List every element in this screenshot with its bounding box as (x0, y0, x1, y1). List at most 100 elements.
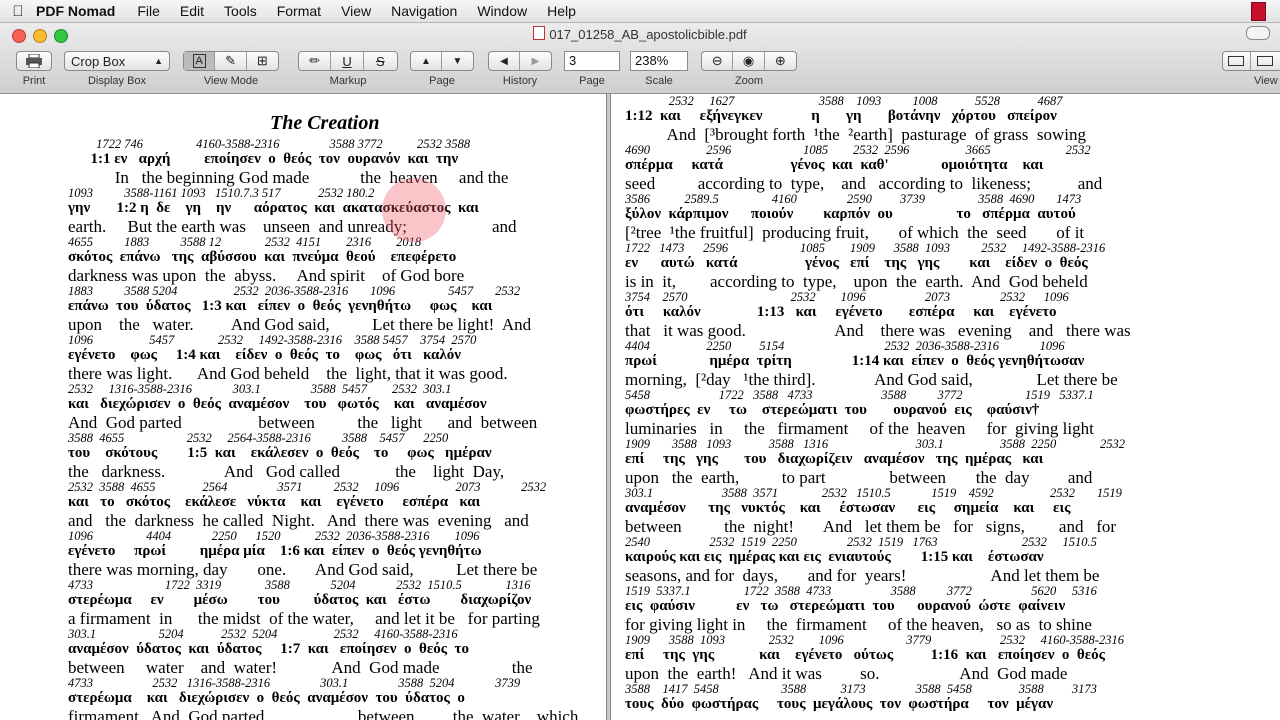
greek-text: εις φαύσιν εν τω στερεώματι του ουρανού … (625, 598, 1066, 614)
english-text: upon the earth! And it was so. And God m… (625, 664, 1068, 683)
interlinear-line: 3588 1417 5458 3588 3173 3588 5458 3588 … (625, 683, 1131, 720)
highlight-button[interactable]: ✏ (299, 52, 332, 70)
interlinear-block-right: 2532 1627 3588 1093 1008 5528 4687 1:12 κ… (625, 95, 1131, 720)
next-page-button[interactable]: ▼ (442, 52, 473, 70)
status-menu-icon[interactable] (1251, 2, 1266, 21)
interlinear-line: 1909 3588 1093 2532 1096 3779 2532 4160-… (625, 634, 1131, 684)
forward-button[interactable]: ▶ (520, 52, 551, 70)
greek-text: 1:1 εν αρχή εποίησεν ο θεός τον ουρανόν … (68, 151, 459, 167)
strikethrough-button[interactable]: S (364, 52, 397, 70)
interlinear-line: 1519 5337.1 1722 3588 4733 3588 3772 562… (625, 585, 1131, 635)
interlinear-line: 4404 2250 5154 2532 2036-3588-2316 1096 π… (625, 340, 1131, 390)
greek-text: τους δύο φωστήρας τους μεγάλους τον φωστ… (625, 696, 1054, 712)
single-page-view-button[interactable] (1223, 52, 1251, 70)
toolbar-toggle-button[interactable] (1246, 26, 1270, 40)
interlinear-line: 1722 1473 2596 1085 1909 3588 1093 2532 … (625, 241, 1131, 292)
print-button[interactable] (16, 51, 52, 71)
english-text: between water and water! And God made th… (68, 658, 533, 677)
greek-text: καιρούς και εις ημέρας και εις ενιαυτούς… (625, 549, 1044, 565)
strongs-numbers: 2532 1316-3588-2316 303.1 3588 5457 2532… (68, 382, 452, 396)
markup-label: Markup (329, 75, 367, 87)
strongs-numbers: 3586 2589.5 4160 2590 3739 3588 4690 147… (625, 192, 1082, 206)
view-control (1222, 51, 1280, 71)
greek-text: σκότος επάνω της αβύσσου και πνεύμα θεού… (68, 249, 457, 265)
greek-text: του σκότους 1:5 και εκάλεσεν ο θεός το φ… (68, 445, 492, 461)
interlinear-line: 2532 1316-3588-2316 303.1 3588 5457 2532… (68, 382, 578, 433)
english-text: a firmament in the midst of the water, a… (68, 609, 540, 628)
english-text: firmament. And God parted between the wa… (68, 707, 579, 720)
english-text: seasons, and for days, and for years! An… (625, 566, 1100, 585)
english-text: darkness was upon the abyss. And spirit … (68, 266, 465, 285)
menu-window[interactable]: Window (477, 3, 527, 19)
english-text: upon the water. And God said, Let there … (68, 315, 532, 334)
markup-control: ✏ U S (298, 51, 398, 71)
single-page-icon (1228, 56, 1245, 66)
english-text: between the night! And let them be for s… (625, 517, 1117, 536)
previous-page-button[interactable]: ▲ (411, 52, 443, 70)
page-number-field[interactable]: 3 (564, 51, 620, 71)
highlighter-icon: ✏ (309, 53, 321, 68)
strikethrough-icon: S (376, 53, 385, 69)
pdf-page-left[interactable]: The Creation 1722 746 4160-3588-2316 358… (0, 94, 606, 720)
greek-text: σπέρμα κατά γένος και καθ' ομοιότητα και (625, 157, 1044, 173)
greek-text: γην 1:2 η δε γη ην αόρατος και ακατασκεύ… (68, 200, 479, 216)
english-text: earth. But the earth was unseen and unre… (68, 217, 517, 236)
strongs-numbers: 4655 1883 3588 12 2532 4151 2316 2018 (68, 235, 422, 249)
window-toolbar: 017_01258_AB_apostolicbible.pdf Print Cr… (0, 23, 1280, 94)
english-text: upon the earth, to part between the day … (625, 468, 1093, 487)
mouse-cursor-highlight (382, 178, 446, 242)
strongs-numbers: 1093 3588-1161 1093 1510.7.3 517 2532 18… (68, 186, 375, 200)
pdf-page-right[interactable]: 2532 1627 3588 1093 1008 5528 4687 1:12 κ… (611, 94, 1280, 720)
strongs-numbers: 1909 3588 1093 3588 1316 303.1 3588 2250… (625, 437, 1125, 451)
english-text (625, 713, 1131, 720)
strongs-numbers: 2532 1627 3588 1093 1008 5528 4687 (625, 94, 1063, 108)
page-nav-label: Page (429, 75, 455, 87)
crop-mode-button[interactable]: ⊞ (247, 52, 278, 70)
english-text: luminaries in the firmament of the heave… (625, 419, 1094, 438)
page-heading: The Creation (270, 112, 380, 134)
menu-edit[interactable]: Edit (180, 3, 204, 19)
zoom-control: ⊖ ◉ ⊕ (701, 51, 797, 71)
display-box-select[interactable]: Crop Box ▲ (64, 51, 170, 71)
back-button[interactable]: ◀ (489, 52, 521, 70)
scale-field[interactable]: 238% (630, 51, 688, 71)
menu-format[interactable]: Format (277, 3, 321, 19)
english-text: In the beginning God made the heaven and… (68, 168, 509, 187)
strongs-numbers: 1722 1473 2596 1085 1909 3588 1093 2532 … (625, 241, 1106, 255)
interlinear-line: 1096 4404 2250 1520 2532 2036-3588-2316 … (68, 530, 578, 580)
zoom-in-button[interactable]: ⊕ (765, 52, 796, 70)
interlinear-line: 2532 3588 4655 2564 3571 2532 1096 2073 … (68, 481, 578, 531)
greek-text: και διεχώρισεν ο θεός αναμέσον του φωτός… (68, 396, 487, 412)
zoom-out-button[interactable]: ⊖ (702, 52, 734, 70)
greek-text: αναμέσον της νυκτός και έστωσαν εις σημε… (625, 500, 1071, 516)
stepper-arrows-icon: ▲ (154, 56, 163, 66)
menu-tools[interactable]: Tools (224, 3, 257, 19)
strongs-numbers: 303.1 5204 2532 5204 2532 4160-3588-2316 (68, 627, 458, 641)
menu-navigation[interactable]: Navigation (391, 3, 457, 19)
apple-icon[interactable]:  (0, 3, 36, 20)
two-page-view-button[interactable] (1251, 52, 1280, 70)
interlinear-line: 1722 746 4160-3588-2316 3588 3772 2532 3… (68, 138, 578, 188)
interlinear-line: 1883 3588 5204 2532 2036-3588-2316 1096 … (68, 284, 578, 335)
actual-size-button[interactable]: ◉ (733, 52, 765, 70)
greek-text: 1:12 και εξήνεγκεν η γη βοτάνην χόρτου σ… (625, 108, 1057, 124)
greek-text: εγένετο φως 1:4 και είδεν ο θεός το φως … (68, 347, 461, 363)
underline-button[interactable]: U (331, 52, 364, 70)
english-text: seed according to type, and according to… (625, 174, 1103, 193)
menu-help[interactable]: Help (547, 3, 576, 19)
strongs-numbers: 1883 3588 5204 2532 2036-3588-2316 1096 … (68, 284, 521, 298)
greek-text: εγένετο πρωί ημέρα μία 1:6 και είπεν ο θ… (68, 543, 482, 559)
text-select-mode-button[interactable]: A (184, 52, 216, 70)
menu-view[interactable]: View (341, 3, 371, 19)
english-text: morning, [²day ¹the third]. And God said… (625, 370, 1118, 389)
zoom-out-icon: ⊖ (711, 53, 723, 68)
greek-text: πρωί ημέρα τρίτη 1:14 και είπεν ο θεός γ… (625, 353, 1085, 369)
interlinear-block-left: 1722 746 4160-3588-2316 3588 3772 2532 3… (68, 138, 578, 720)
interlinear-line: 3586 2589.5 4160 2590 3739 3588 4690 147… (625, 192, 1131, 243)
triangle-up-icon: ▲ (421, 55, 431, 67)
menu-file[interactable]: File (137, 3, 160, 19)
menu-app-name[interactable]: PDF Nomad (36, 3, 115, 19)
english-text: [²tree ¹the fruitful] producing fruit, o… (625, 223, 1085, 242)
interlinear-line: 2532 1627 3588 1093 1008 5528 4687 1:12 κ… (625, 94, 1131, 145)
pencil-mode-button[interactable]: ✎ (215, 52, 247, 70)
